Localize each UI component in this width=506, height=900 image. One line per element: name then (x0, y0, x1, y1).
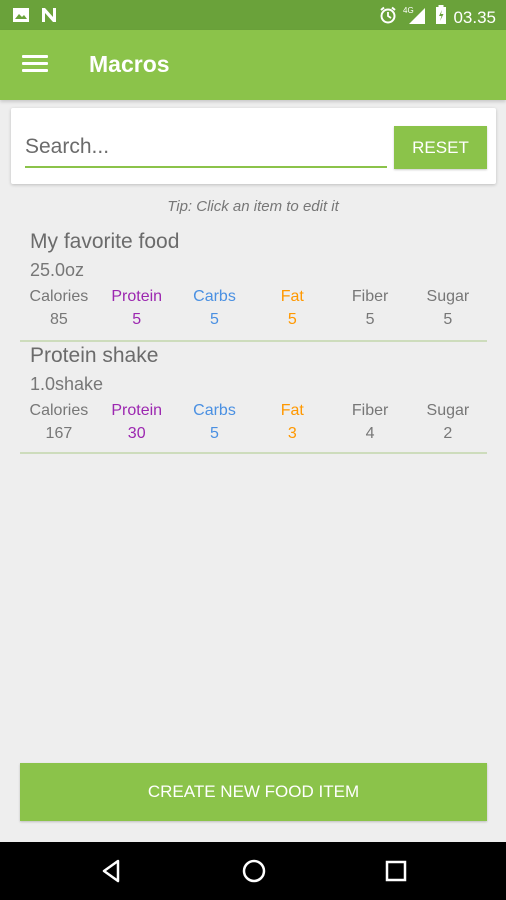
macro-label: Carbs (193, 402, 236, 419)
macro-carbs: Carbs 5 (176, 402, 254, 443)
navigation-bar (0, 842, 506, 900)
app-bar: Macros (0, 30, 506, 100)
food-item[interactable]: My favorite food 25.0oz Calories 85 Prot… (20, 230, 487, 342)
macro-label: Fiber (351, 402, 389, 419)
macro-fiber: Fiber 5 (331, 288, 409, 329)
clock-time: 03.35 (453, 7, 496, 27)
macro-value: 3 (287, 425, 297, 442)
macro-calories: Calories 85 (20, 288, 98, 329)
app-title: Macros (89, 51, 170, 77)
macro-value: 5 (210, 311, 219, 328)
food-item-quantity: 25.0oz (30, 260, 85, 280)
macro-sugar: Sugar 2 (409, 402, 487, 443)
n-app-icon (40, 6, 58, 29)
macro-sugar: Sugar 5 (409, 288, 487, 329)
macro-value: 4 (365, 425, 375, 442)
search-input[interactable] (25, 130, 387, 168)
macro-value: 5 (287, 311, 297, 328)
home-icon[interactable] (240, 857, 268, 885)
macro-row: Calories 167 Protein 30 Carbs 5 Fat 3 Fi… (20, 402, 487, 443)
signal-icon: 4G (403, 5, 429, 30)
macro-value: 5 (132, 311, 142, 328)
macro-protein: Protein 5 (98, 288, 176, 329)
hamburger-menu-icon[interactable] (22, 52, 48, 78)
back-icon[interactable] (98, 857, 126, 885)
food-item-name: Protein shake (30, 344, 159, 367)
macro-fat: Fat 5 (253, 288, 331, 329)
food-item-quantity: 1.0shake (30, 374, 104, 394)
create-new-food-item-button[interactable]: CREATE NEW FOOD ITEM (20, 763, 487, 821)
macro-label: Calories (29, 402, 89, 419)
alarm-icon (379, 6, 397, 29)
macro-carbs: Carbs 5 (176, 288, 254, 329)
reset-button[interactable]: RESET (394, 126, 487, 169)
macro-label: Calories (29, 288, 89, 305)
network-type: 4G (403, 6, 414, 15)
macro-label: Fiber (351, 288, 389, 305)
item-divider (20, 340, 487, 342)
search-card: RESET (11, 108, 496, 184)
macro-label: Sugar (426, 288, 470, 305)
macro-label: Protein (111, 402, 163, 419)
recents-icon[interactable] (382, 857, 410, 885)
macro-fiber: Fiber 4 (331, 402, 409, 443)
macro-calories: Calories 167 (20, 402, 98, 443)
macro-label: Sugar (426, 402, 470, 419)
macro-label: Fat (280, 402, 304, 419)
food-item-name: My favorite food (30, 230, 180, 253)
macro-label: Protein (111, 288, 163, 305)
macro-label: Fat (280, 288, 304, 305)
macro-value: 167 (45, 425, 73, 442)
macro-value: 5 (443, 311, 453, 328)
macro-value: 2 (443, 425, 453, 442)
tip-text: Tip: Click an item to edit it (167, 198, 339, 215)
macro-value: 5 (210, 425, 219, 442)
macro-value: 5 (365, 311, 375, 328)
macro-value: 85 (50, 311, 68, 328)
macro-label: Carbs (193, 288, 236, 305)
food-item[interactable]: Protein shake 1.0shake Calories 167 Prot… (20, 344, 487, 456)
macro-value: 30 (127, 425, 146, 442)
macro-fat: Fat 3 (253, 402, 331, 443)
macro-protein: Protein 30 (98, 402, 176, 443)
battery-icon (435, 5, 447, 30)
item-divider (20, 452, 487, 454)
image-icon (12, 7, 30, 28)
status-bar: 4G 03.35 (0, 0, 506, 30)
macro-row: Calories 85 Protein 5 Carbs 5 Fat 5 Fibe… (20, 288, 487, 329)
